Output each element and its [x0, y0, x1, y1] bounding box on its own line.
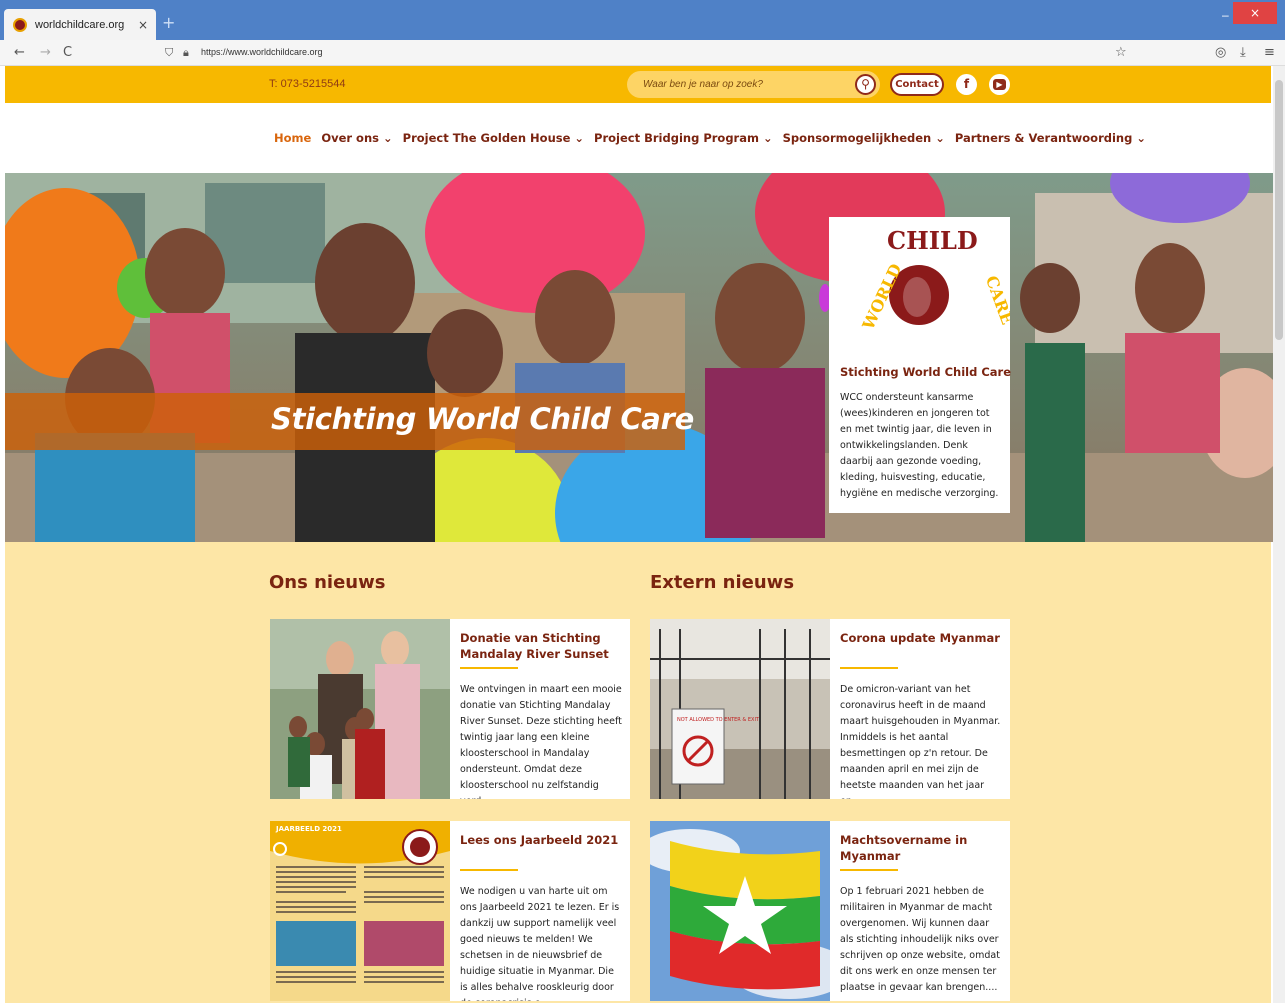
page-scrollbar[interactable] — [1273, 66, 1285, 1003]
download-icon[interactable]: ⤓ — [1240, 45, 1246, 60]
nav-item-bridging-program[interactable]: Project Bridging Program ⌄ — [594, 131, 773, 145]
shield-icon[interactable]: ⛉ — [165, 46, 173, 60]
search-box[interactable]: Waar ben je naar op zoek? ⚲ — [627, 71, 880, 98]
news-excerpt: We nodigen u van harte uit om ons Jaarbe… — [460, 886, 620, 1001]
news-card-mandalay[interactable]: Donatie van Stichting Mandalay River Sun… — [270, 619, 630, 799]
phone-number[interactable]: T: 073-5215544 — [269, 78, 345, 90]
hero-title: Stichting World Child Care — [271, 402, 694, 436]
news-title[interactable]: Donatie van Stichting Mandalay River Sun… — [460, 630, 622, 662]
intro-card-text: WCC ondersteunt kansarme (wees)kinderen … — [840, 392, 999, 499]
news-card-corona[interactable]: NOT ALLOWED TO ENTER & EXIT Corona updat… — [650, 619, 1010, 799]
news-thumb-mandalay[interactable] — [270, 619, 450, 799]
forward-icon[interactable]: → — [40, 45, 51, 60]
news-title[interactable]: Machtsovername in Myanmar — [840, 832, 1002, 864]
hero-photo — [5, 173, 1275, 542]
intro-card-title: Stichting World Child Care — [840, 365, 1012, 379]
news-excerpt: De omicron-variant van het coronavirus h… — [840, 684, 1001, 799]
nav-item-sponsormogelijkheden[interactable]: Sponsormogelijkheden ⌄ — [783, 131, 945, 145]
site-favicon-icon — [13, 17, 27, 32]
youtube-icon[interactable]: ▶ — [989, 74, 1010, 95]
news-thumb-corona[interactable]: NOT ALLOWED TO ENTER & EXIT — [650, 619, 830, 799]
title-underline — [840, 869, 898, 871]
title-underline — [460, 667, 518, 669]
main-navigation: Home Over ons ⌄ Project The Golden House… — [274, 131, 1156, 145]
tab-title: worldchildcare.org — [35, 18, 125, 31]
scrollbar-thumb[interactable] — [1275, 80, 1283, 340]
news-excerpt: Op 1 februari 2021 hebben de militairen … — [840, 886, 1000, 993]
search-input[interactable]: Waar ben je naar op zoek? — [643, 79, 763, 90]
logo-word-top: CHILD — [887, 226, 978, 255]
news-card-machtsovername[interactable]: Machtsovername in Myanmar Op 1 februari … — [650, 821, 1010, 1001]
news-thumb-myanmar-flag[interactable] — [650, 821, 830, 1001]
world-child-care-logo: CHILD WORLD CARE — [858, 226, 1010, 337]
browser-tab-bar: worldchildcare.org × + – □ × — [0, 0, 1285, 40]
news-section — [5, 542, 1271, 1003]
nav-item-golden-house[interactable]: Project The Golden House ⌄ — [403, 131, 584, 145]
pocket-icon[interactable]: ◎ — [1215, 45, 1226, 60]
url-field[interactable]: https://www.worldchildcare.org — [201, 47, 323, 57]
hero-image — [5, 173, 1275, 542]
news-thumb-jaarbeeld[interactable]: JAARBEELD 2021 — [270, 821, 450, 1001]
extern-nieuws-heading: Extern nieuws — [650, 572, 795, 593]
address-bar-row: ← → C ⛉ 🔒︎ https://www.worldchildcare.or… — [0, 40, 1285, 66]
close-window-button[interactable]: × — [1233, 2, 1277, 24]
menu-icon[interactable]: ≡ — [1264, 45, 1275, 60]
nav-item-home[interactable]: Home — [274, 131, 311, 145]
nav-item-over-ons[interactable]: Over ons ⌄ — [321, 131, 392, 145]
title-underline — [460, 869, 518, 871]
jaarbeeld-header: JAARBEELD 2021 — [275, 825, 342, 833]
sign-text: NOT ALLOWED TO ENTER & EXIT — [677, 717, 760, 723]
ons-nieuws-heading: Ons nieuws — [269, 572, 386, 593]
news-title[interactable]: Corona update Myanmar — [840, 630, 1002, 646]
logo-word-right: CARE — [982, 273, 1010, 327]
minimize-window-button[interactable]: – — [1222, 8, 1229, 22]
reload-icon[interactable]: C — [63, 45, 72, 60]
title-underline — [840, 667, 898, 669]
contact-button[interactable]: Contact — [890, 73, 944, 96]
browser-tab[interactable]: worldchildcare.org × — [4, 9, 156, 40]
search-icon[interactable]: ⚲ — [855, 74, 876, 95]
back-icon[interactable]: ← — [14, 45, 25, 60]
nav-item-partners[interactable]: Partners & Verantwoording ⌄ — [955, 131, 1146, 145]
news-card-jaarbeeld[interactable]: JAARBEELD 2021 Lees ons Jaarbeeld 2021 W… — [270, 821, 630, 1001]
close-tab-icon[interactable]: × — [138, 18, 148, 32]
news-title[interactable]: Lees ons Jaarbeeld 2021 — [460, 832, 622, 848]
news-excerpt: We ontvingen in maart een mooie donatie … — [460, 684, 622, 799]
facebook-icon[interactable]: f — [956, 74, 977, 95]
lock-icon[interactable]: 🔒︎ — [183, 46, 189, 60]
new-tab-button[interactable]: + — [162, 13, 175, 32]
bookmark-star-icon[interactable]: ☆ — [1115, 45, 1127, 60]
